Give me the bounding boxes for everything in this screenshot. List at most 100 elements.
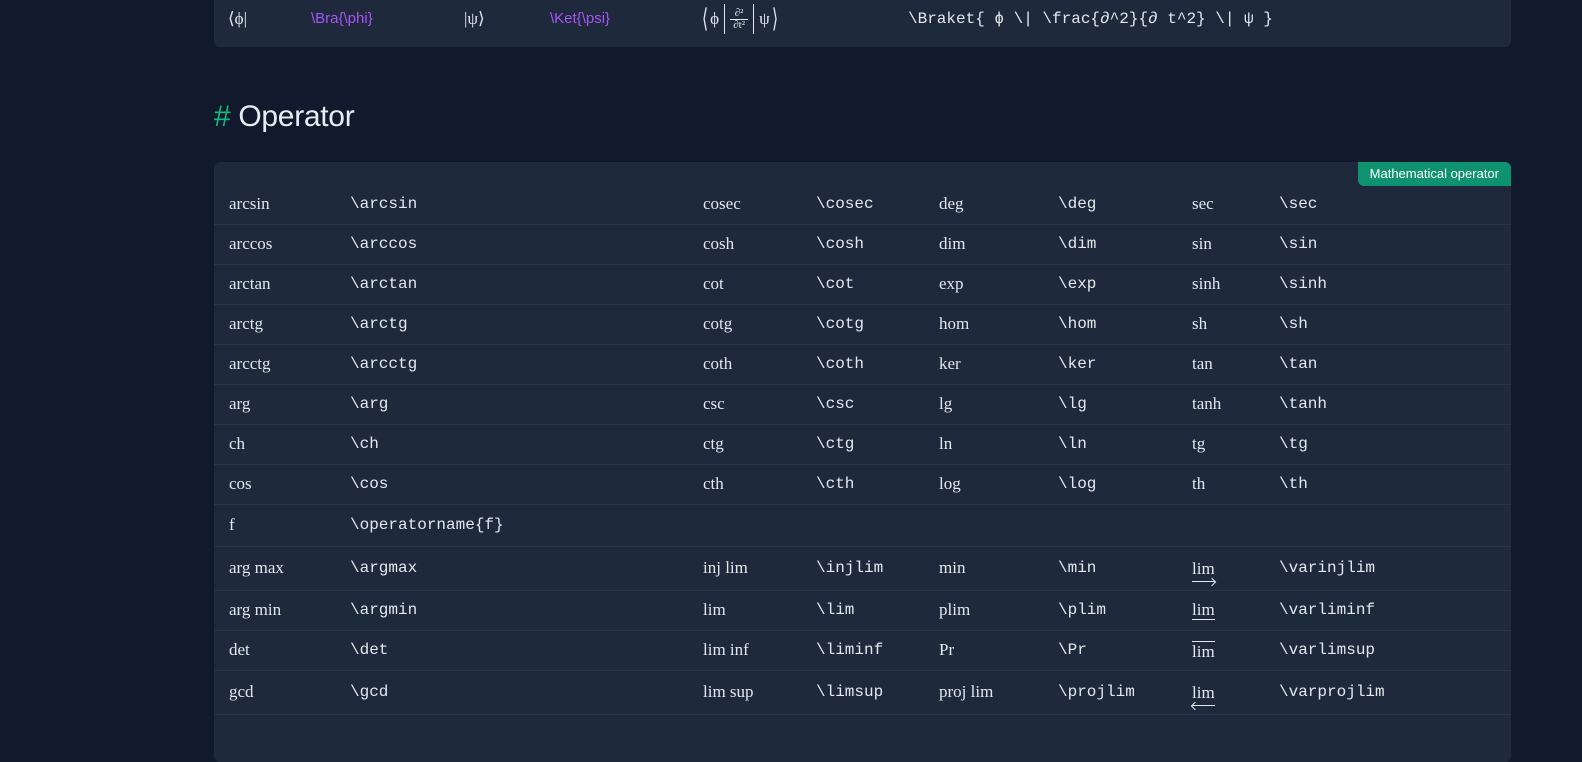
braket-phi: ϕ bbox=[710, 9, 720, 28]
operator-code: \arctan bbox=[350, 275, 418, 293]
operator-code: \cosh bbox=[816, 235, 865, 253]
operator-rendered: arcsin bbox=[229, 194, 270, 213]
table-cell: \liminf bbox=[816, 630, 883, 670]
table-row: arcctg \arcctg coth \coth ker \ker tan \tan bbox=[214, 344, 1511, 385]
table-cell: \cosh bbox=[816, 224, 864, 264]
table-cell: sec bbox=[1192, 184, 1214, 224]
table-cell: ctg bbox=[703, 424, 724, 464]
operator-rendered: lim sup bbox=[703, 682, 754, 701]
operator-code: \projlim bbox=[1058, 683, 1135, 701]
table-cell: lg bbox=[939, 384, 952, 424]
operator-rendered: arctg bbox=[229, 314, 263, 333]
table-row: arccos \arccos cosh \cosh dim \dim sin \sin bbox=[214, 224, 1511, 265]
operator-code: \ctg bbox=[816, 435, 855, 453]
operator-rendered: hom bbox=[939, 314, 970, 333]
table-cell: cosec bbox=[703, 184, 741, 224]
operator-rendered: dim bbox=[939, 234, 966, 253]
table-cell: arcctg bbox=[229, 344, 271, 384]
operator-code: \cosec bbox=[816, 195, 874, 213]
category-badge: Mathematical operator bbox=[1357, 162, 1511, 186]
table-cell: cosh bbox=[703, 224, 734, 264]
table-cell: \varprojlim bbox=[1279, 670, 1385, 714]
bra-code: \Bra{\phi} bbox=[311, 10, 373, 27]
table-row: arg \arg csc \csc lg \lg tanh \tanh bbox=[214, 384, 1511, 425]
table-cell: \arctan bbox=[350, 264, 417, 304]
table-cell: \ln bbox=[1058, 424, 1087, 464]
operator-code: \det bbox=[350, 641, 389, 659]
table-row: f \operatorname{f} bbox=[214, 504, 1511, 547]
operator-code: \min bbox=[1058, 559, 1097, 577]
section-title: Operator bbox=[238, 100, 355, 133]
table-cell: arg bbox=[229, 384, 250, 424]
table-cell: \exp bbox=[1058, 264, 1096, 304]
operator-rendered: tanh bbox=[1192, 394, 1222, 413]
braket-table-card: ⟨ϕ| \Bra{\phi} |ψ⟩ \Ket{\psi} ⟨ ϕ ∂² ∂t²… bbox=[214, 0, 1511, 47]
table-cell: cot bbox=[703, 264, 724, 304]
operator-rendered: cotg bbox=[703, 314, 733, 333]
operator-code: \cotg bbox=[816, 315, 865, 333]
table-cell: lim sup bbox=[703, 670, 754, 714]
operator-code: \cth bbox=[816, 475, 855, 493]
heading-anchor-hash[interactable]: # bbox=[214, 100, 231, 133]
table-cell: lim bbox=[1192, 670, 1215, 714]
table-row: cos \cos cth \cth log \log th \th bbox=[214, 464, 1511, 505]
table-cell: \arg bbox=[350, 384, 388, 424]
operator-code: \ln bbox=[1058, 435, 1087, 453]
table-row: arg min \argmin lim \lim plim \plim lim \varlim… bbox=[214, 590, 1511, 631]
operator-rendered: ctg bbox=[703, 434, 724, 453]
table-cell: arcsin bbox=[229, 184, 270, 224]
table-cell: csc bbox=[703, 384, 725, 424]
table-cell: \sin bbox=[1279, 224, 1317, 264]
operator-code: \lg bbox=[1058, 395, 1087, 413]
operator-rendered: sin bbox=[1192, 234, 1212, 253]
table-cell: \cosec bbox=[816, 184, 874, 224]
operator-code: \tg bbox=[1279, 435, 1308, 453]
table-cell: \argmin bbox=[350, 590, 417, 630]
operator-code: \varliminf bbox=[1279, 601, 1376, 619]
operator-code: \varinjlim bbox=[1279, 559, 1376, 577]
table-cell: \lg bbox=[1058, 384, 1087, 424]
operator-rendered: lim bbox=[1192, 682, 1215, 706]
table-cell: \gcd bbox=[350, 670, 388, 714]
table-row: det \det lim inf \liminf Pr \Pr lim \varlimsup bbox=[214, 630, 1511, 671]
operator-rendered: cos bbox=[229, 474, 252, 493]
operator-rendered: arcctg bbox=[229, 354, 271, 373]
operator-rendered: ker bbox=[939, 354, 961, 373]
operator-code: \csc bbox=[816, 395, 855, 413]
operator-code: \varlimsup bbox=[1279, 641, 1376, 659]
operator-code: \arccos bbox=[350, 235, 418, 253]
table-cell: ker bbox=[939, 344, 961, 384]
table-cell: cotg bbox=[703, 304, 732, 344]
operator-rendered: plim bbox=[939, 600, 971, 619]
table-cell: plim bbox=[939, 590, 970, 630]
table-cell: sin bbox=[1192, 224, 1212, 264]
operator-code: \gcd bbox=[350, 683, 389, 701]
operator-code: \cot bbox=[816, 275, 855, 293]
braket-psi: ψ bbox=[759, 9, 770, 28]
table-cell: proj lim bbox=[939, 670, 993, 714]
table-cell: \cot bbox=[816, 264, 854, 304]
operator-code: \plim bbox=[1058, 601, 1107, 619]
table-cell: arctan bbox=[229, 264, 271, 304]
table-cell: lim bbox=[1192, 590, 1215, 630]
operator-rendered: lim bbox=[1192, 640, 1215, 661]
operator-code: \limsup bbox=[816, 683, 884, 701]
operator-rendered: sec bbox=[1192, 194, 1214, 213]
ket-rendered: |ψ⟩ bbox=[464, 9, 485, 28]
table-cell: log bbox=[939, 464, 961, 504]
table-cell: lim inf bbox=[703, 630, 749, 670]
operator-rendered: Pr bbox=[939, 640, 955, 659]
table-cell: \plim bbox=[1058, 590, 1106, 630]
table-cell: \coth bbox=[816, 344, 864, 384]
table-cell: ch bbox=[229, 424, 245, 464]
operator-code: \Pr bbox=[1058, 641, 1087, 659]
table-cell: lim bbox=[1192, 630, 1215, 670]
table-cell: cos bbox=[229, 464, 252, 504]
table-row: arg max \argmax inj lim \injlim min \min lim \v… bbox=[214, 546, 1511, 591]
operator-rendered: sh bbox=[1192, 314, 1208, 333]
braket-rendered: ⟨ ϕ ∂² ∂t² ψ ⟩ bbox=[700, 0, 780, 38]
table-cell: \injlim bbox=[816, 546, 883, 590]
table-cell: \csc bbox=[816, 384, 854, 424]
operator-rendered: lg bbox=[939, 394, 953, 413]
table-cell: \argmax bbox=[350, 546, 417, 590]
